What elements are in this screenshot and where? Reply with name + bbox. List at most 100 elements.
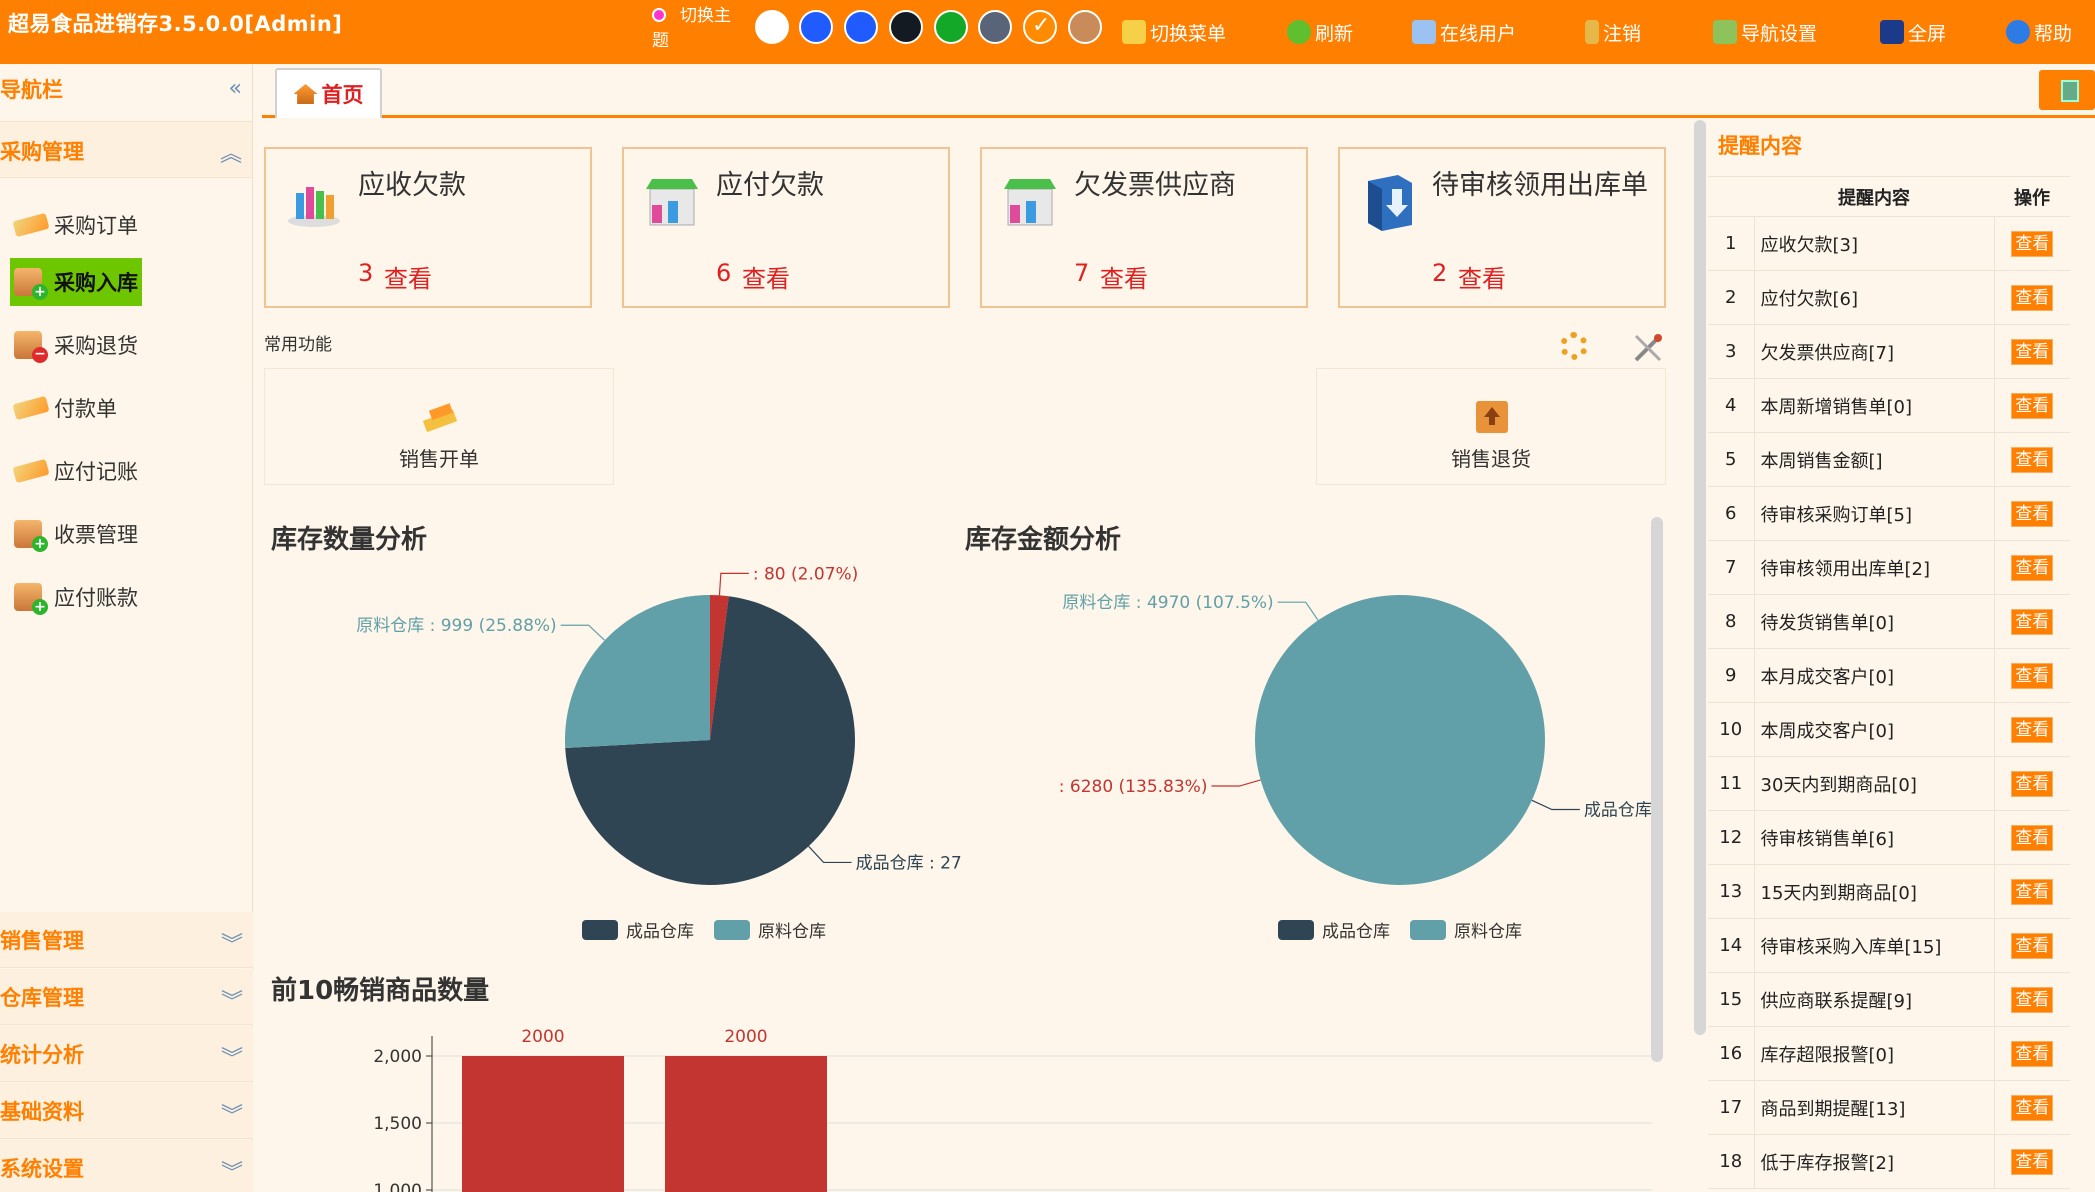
pie-label-other: : 80 (2.07%): [753, 564, 858, 584]
theme-swatch-white[interactable]: [755, 10, 789, 44]
fullscreen-button[interactable]: 全屏: [1880, 17, 1946, 47]
quick-sales-order-button[interactable]: 销售开单: [264, 368, 614, 485]
nav-settings-icon: [1713, 20, 1737, 44]
chevron-down-icon[interactable]: ︾: [221, 1155, 243, 1187]
nav-settings-button[interactable]: 导航设置: [1713, 17, 1817, 47]
card-view-link[interactable]: 查看: [742, 259, 790, 294]
gear-icon[interactable]: [1560, 332, 1588, 360]
view-button[interactable]: 查看: [2011, 824, 2054, 851]
row-index: 7: [1708, 540, 1754, 595]
theme-swatch-brown[interactable]: [1068, 10, 1102, 44]
tab-home[interactable]: 首页: [275, 68, 382, 118]
sidebar-item-label: 付款单: [54, 397, 117, 421]
chevron-down-icon[interactable]: ︾: [221, 1041, 243, 1073]
sidebar-item-invoice-receipt[interactable]: + 收票管理: [10, 510, 138, 558]
logout-icon: [1585, 20, 1599, 44]
accordion-warehouse[interactable]: 仓库管理 ︾: [0, 969, 253, 1025]
view-button[interactable]: 查看: [2011, 230, 2054, 257]
view-button[interactable]: 查看: [2011, 554, 2054, 581]
content-scrollbar[interactable]: [1651, 517, 1663, 1062]
card-view-link[interactable]: 查看: [1458, 259, 1506, 294]
palette-icon: [652, 8, 666, 22]
view-button[interactable]: 查看: [2011, 500, 2054, 527]
row-operation: 查看: [1994, 270, 2070, 325]
theme-switch-button[interactable]: 切换主题: [652, 4, 742, 54]
card-view-link[interactable]: 查看: [1100, 259, 1148, 294]
switch-menu-button[interactable]: 切换菜单: [1122, 17, 1226, 47]
theme-swatch-orange-selected[interactable]: [1023, 10, 1057, 44]
logout-button[interactable]: 注销: [1585, 17, 1641, 47]
card-receivables[interactable]: 应收欠款 3 查看: [264, 147, 592, 308]
chevron-up-icon[interactable]: ︽: [220, 136, 242, 168]
row-operation: 查看: [1994, 918, 2070, 973]
refresh-button[interactable]: 刷新: [1287, 17, 1353, 47]
quick-sales-return-button[interactable]: 销售退货: [1316, 368, 1666, 485]
top-bar: 超易食品进销存3.5.0.0[Admin] 切换主题 切换菜单 刷新 在线用户 …: [0, 0, 2095, 64]
card-pending-outbound[interactable]: 待审核领用出库单 2 查看: [1338, 147, 1666, 308]
sidebar-item-label: 采购退货: [54, 334, 138, 358]
card-invoice-suppliers[interactable]: 欠发票供应商 7 查看: [980, 147, 1308, 308]
theme-swatch-gray[interactable]: [978, 10, 1012, 44]
chevron-down-icon[interactable]: ︾: [221, 984, 243, 1016]
sidebar-item-label: 应付记账: [54, 460, 138, 484]
view-button[interactable]: 查看: [2011, 338, 2054, 365]
accordion-system-settings[interactable]: 系统设置 ︾: [0, 1140, 253, 1192]
view-button[interactable]: 查看: [2011, 770, 2054, 797]
row-content: 供应商联系提醒[9]: [1753, 972, 1995, 1027]
page-scrollbar[interactable]: [1694, 120, 1706, 1035]
view-button[interactable]: 查看: [2011, 1148, 2054, 1175]
row-content: 待审核领用出库单[2]: [1753, 540, 1995, 595]
view-button[interactable]: 查看: [2011, 878, 2054, 905]
row-operation: 查看: [1994, 216, 2070, 271]
tab-tools-button[interactable]: [2039, 70, 2095, 110]
bar-chart-top10: 2,000 1,500 1,000 2000 2000: [373, 1027, 1652, 1192]
theme-swatch-black[interactable]: [889, 10, 923, 44]
sidebar-item-payable-accounts[interactable]: + 应付账款: [10, 573, 138, 621]
view-button[interactable]: 查看: [2011, 608, 2054, 635]
accordion-basic-data[interactable]: 基础资料 ︾: [0, 1083, 253, 1139]
tools-icon[interactable]: [1632, 332, 1664, 364]
y-tick-label: 1,000: [373, 1181, 422, 1192]
row-index: 16: [1708, 1026, 1754, 1081]
theme-swatch-blue-2[interactable]: [844, 10, 878, 44]
pie-label-finished: 成品仓库 : 2781 (72.05%): [856, 853, 962, 873]
quick-func-label: 销售退货: [1451, 447, 1531, 471]
sidebar-item-payment[interactable]: 付款单: [10, 384, 117, 432]
help-button[interactable]: 帮助: [2006, 17, 2072, 47]
view-button[interactable]: 查看: [2011, 662, 2054, 689]
sidebar-item-payable-accounting[interactable]: 应付记账: [10, 447, 138, 495]
view-button[interactable]: 查看: [2011, 1040, 2054, 1067]
sidebar-item-purchase-return[interactable]: − 采购退货: [10, 321, 138, 369]
view-button[interactable]: 查看: [2011, 716, 2054, 743]
table-row: 13 15天内到期商品[0] 查看: [1708, 864, 2070, 919]
theme-swatch-blue[interactable]: [799, 10, 833, 44]
bar: [665, 1056, 827, 1192]
row-operation: 查看: [1994, 540, 2070, 595]
sidebar-item-purchase-order[interactable]: 采购订单: [10, 201, 138, 249]
accordion-title: 基础资料: [0, 1100, 84, 1124]
chevron-down-icon[interactable]: ︾: [221, 927, 243, 959]
table-row: 16 库存超限报警[0] 查看: [1708, 1026, 2070, 1081]
col-operation: 操作: [1994, 176, 2070, 217]
collapse-sidebar-icon[interactable]: «: [229, 76, 242, 101]
accordion-statistics[interactable]: 统计分析 ︾: [0, 1026, 253, 1082]
view-button[interactable]: 查看: [2011, 392, 2054, 419]
table-row: 10 本周成交客户[0] 查看: [1708, 702, 2070, 757]
col-content: 提醒内容: [1754, 176, 1994, 217]
view-button[interactable]: 查看: [2011, 932, 2054, 959]
view-button[interactable]: 查看: [2011, 284, 2054, 311]
theme-swatch-green[interactable]: [934, 10, 968, 44]
sidebar-item-purchase-inbound[interactable]: + 采购入库: [10, 258, 142, 306]
row-index: 15: [1708, 972, 1754, 1027]
view-button[interactable]: 查看: [2011, 986, 2054, 1013]
card-view-link[interactable]: 查看: [384, 259, 432, 294]
accordion-purchase[interactable]: 采购管理 ︽: [0, 122, 252, 178]
chevron-down-icon[interactable]: ︾: [221, 1098, 243, 1130]
pie-label-raw-leader: [1277, 601, 1319, 621]
online-users-button[interactable]: 在线用户: [1412, 17, 1516, 47]
card-payables[interactable]: 应付欠款 6 查看: [622, 147, 950, 308]
view-button[interactable]: 查看: [2011, 1094, 2054, 1121]
accordion-sales[interactable]: 销售管理 ︾: [0, 912, 253, 968]
view-button[interactable]: 查看: [2011, 446, 2054, 473]
row-content: 本周成交客户[0]: [1753, 702, 1995, 757]
